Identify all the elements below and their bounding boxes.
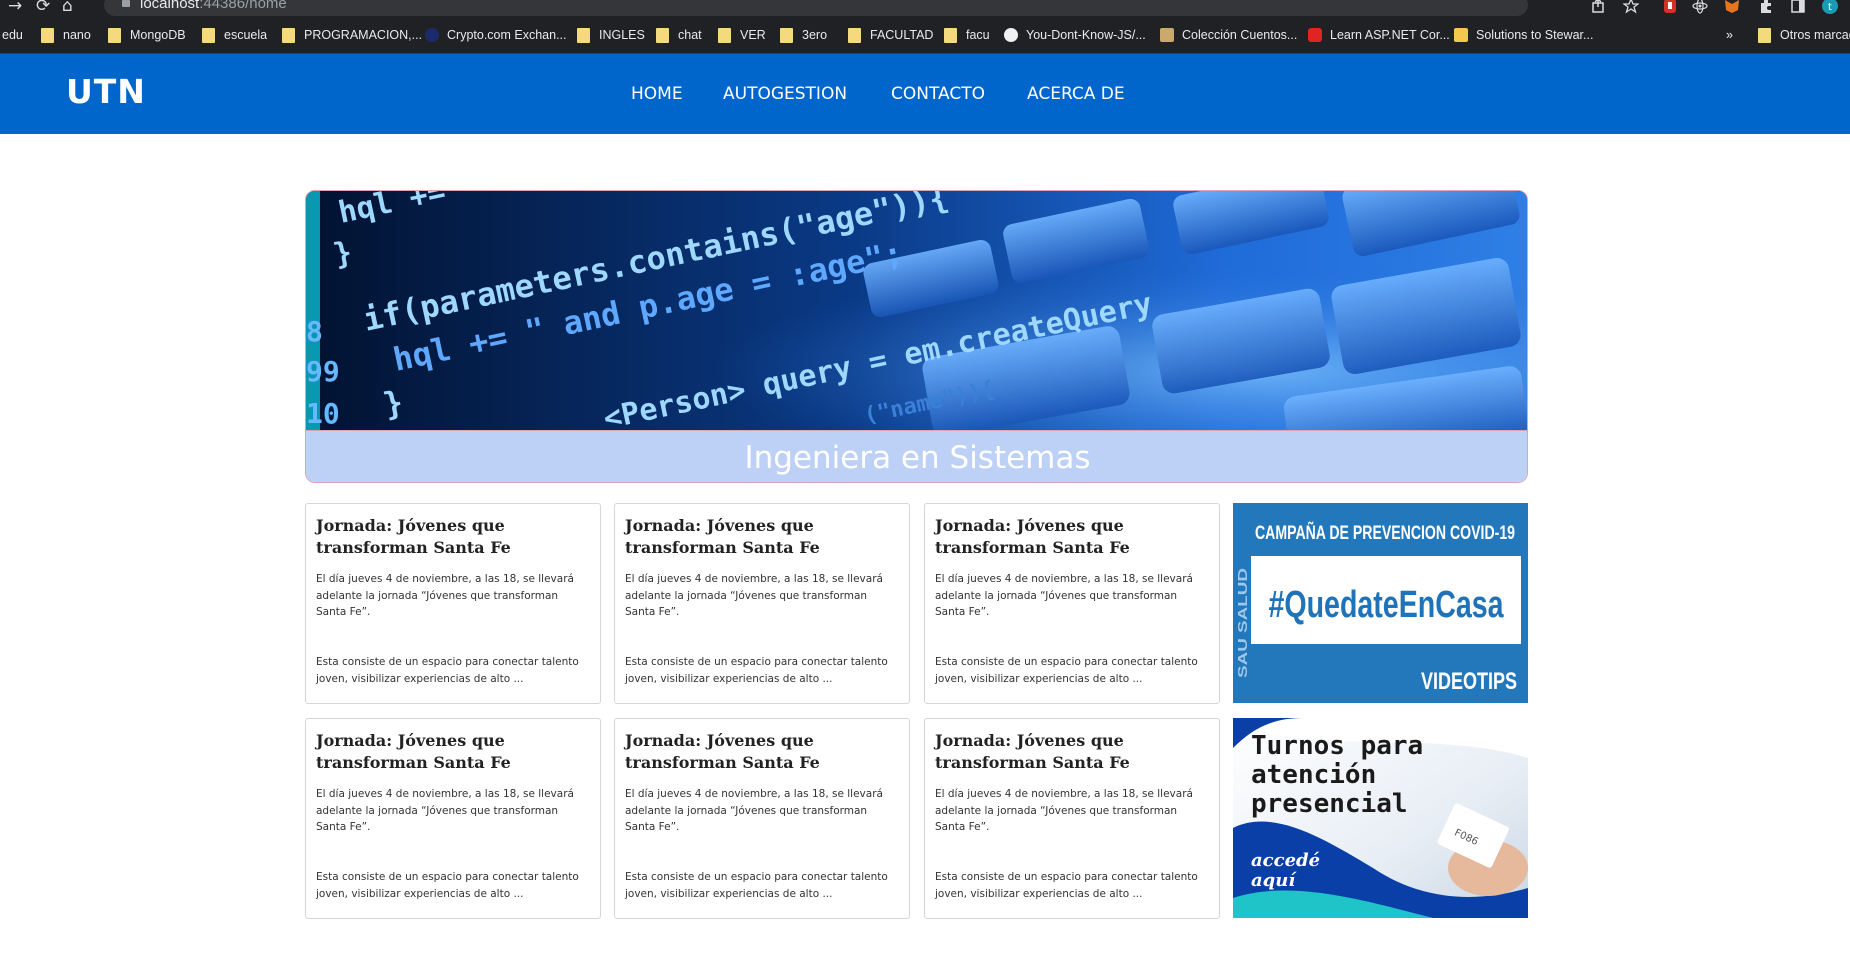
bookmark-mongodb[interactable]: MongoDB [108,25,186,45]
turnos-cta: accedé [1251,850,1320,871]
news-card-title[interactable]: Jornada: Jóvenes que transforman Santa F… [316,730,590,774]
news-card[interactable]: Jornada: Jóvenes que transforman Santa F… [614,503,910,704]
covid-campaign-banner[interactable]: CAMPAÑA DE PREVENCION COVID-19 SAU SALUD… [1233,503,1528,703]
news-card[interactable]: Jornada: Jóvenes que transforman Santa F… [924,503,1220,704]
news-card-excerpt: Esta consiste de un espacio para conecta… [316,656,579,685]
bookmark-aspnet[interactable]: Learn ASP.NET Cor... [1308,25,1450,45]
github-icon [1004,28,1018,42]
home-icon[interactable]: ⌂ [62,0,73,16]
star-icon[interactable] [1623,0,1639,14]
extension-react-icon[interactable] [1692,0,1708,14]
news-card-intro: El día jueves 4 de noviembre, a las 18, … [935,788,1193,833]
bookmark-otros[interactable]: Otros marcad [1758,25,1850,45]
news-card-intro: El día jueves 4 de noviembre, a las 18, … [625,788,883,833]
news-card-title[interactable]: Jornada: Jóvenes que transforman Santa F… [935,515,1209,559]
folder-icon [108,27,121,43]
news-card-excerpt: Esta consiste de un espacio para conecta… [935,871,1198,900]
bookmark-ydkjs[interactable]: You-Dont-Know-JS/... [1004,25,1146,45]
turnos-cta: aquí [1251,870,1297,891]
bookmark-cuentos[interactable]: Colección Cuentos... [1160,25,1297,45]
hero-gutter-number: 8 [306,315,323,348]
extension-fox-icon[interactable] [1724,0,1740,14]
news-card-excerpt: Esta consiste de un espacio para conecta… [935,656,1198,685]
site-header: UTN HOME AUTOGESTION CONTACTO ACERCA DE [0,54,1850,134]
share-icon[interactable] [1590,0,1606,14]
url-text: localhost:44386/home [140,0,287,12]
news-card[interactable]: Jornada: Jóvenes que transforman Santa F… [924,718,1220,919]
bookmark-facu[interactable]: facu [944,25,990,45]
folder-icon [577,27,590,43]
news-card-title[interactable]: Jornada: Jóvenes que transforman Santa F… [316,515,590,559]
turnos-title-line: atención [1251,760,1376,790]
news-card-intro: El día jueves 4 de noviembre, a las 18, … [625,573,883,618]
folder-icon [656,27,669,43]
covid-banner-side-label: SAU SALUD [1235,568,1250,678]
turnos-banner[interactable]: F086 Turnos para atención presencial acc… [1233,718,1528,918]
folder-icon [780,27,793,43]
address-bar[interactable]: localhost:44386/home [104,0,1528,16]
hero-banner: hql += } if(parameters.contains("age")){… [305,190,1528,483]
bookmark-escuela[interactable]: escuela [202,25,267,45]
forward-icon[interactable]: → [8,0,22,16]
svg-text:t: t [1828,2,1832,13]
side-panel-icon[interactable] [1790,0,1806,14]
bookmarks-overflow-chevron[interactable]: » [1726,25,1733,45]
bookmark-chat[interactable]: chat [656,25,702,45]
folder-icon [1758,27,1771,43]
reload-icon[interactable]: ⟳ [36,0,50,16]
extension-red-icon[interactable] [1662,0,1678,14]
news-card-excerpt: Esta consiste de un espacio para conecta… [316,871,579,900]
bookmark-programacion[interactable]: PROGRAMACION,... [282,25,422,45]
hero-keyboard-code-image: hql += } if(parameters.contains("age")){… [306,191,1527,430]
bookmark-3ero[interactable]: 3ero [780,25,827,45]
news-card-intro: El día jueves 4 de noviembre, a las 18, … [935,573,1193,618]
hero-gutter-number: 99 [306,355,340,388]
news-card-title[interactable]: Jornada: Jóvenes que transforman Santa F… [625,515,899,559]
bookmark-crypto[interactable]: Crypto.com Exchan... [425,25,567,45]
bookmark-nano[interactable]: nano [41,25,91,45]
hero-gutter-number: 10 [306,397,340,430]
extensions-puzzle-icon[interactable] [1758,0,1774,14]
news-card[interactable]: Jornada: Jóvenes que transforman Santa F… [305,718,601,919]
covid-banner-videotips: VIDEOTIPS [1421,668,1517,695]
news-card-intro: El día jueves 4 de noviembre, a las 18, … [316,573,574,618]
profile-avatar-icon[interactable]: t [1822,0,1838,14]
nav-autogestion[interactable]: AUTOGESTION [723,84,847,104]
folder-icon [848,27,861,43]
folder-icon [282,27,295,43]
news-card-excerpt: Esta consiste de un espacio para conecta… [625,656,888,685]
book-icon [1160,28,1174,42]
folder-icon [41,27,54,43]
turnos-title-line: presencial [1251,789,1408,819]
site-logo[interactable]: UTN [66,72,146,111]
crypto-icon [425,28,439,42]
bookmarks-bar: edu nano MongoDB escuela PROGRAMACION,..… [0,16,1850,54]
turnos-title-line: Turnos para [1251,731,1423,761]
nav-home[interactable]: HOME [631,84,683,104]
browser-toolbar: → ⟳ ⌂ localhost:44386/home t [0,0,1850,16]
bookmark-ingles[interactable]: INGLES [577,25,645,45]
folder-icon [944,27,957,43]
bookmark-ver[interactable]: VER [718,25,766,45]
news-card-intro: El día jueves 4 de noviembre, a las 18, … [316,788,574,833]
news-card-title[interactable]: Jornada: Jóvenes que transforman Santa F… [625,730,899,774]
covid-banner-heading: CAMPAÑA DE PREVENCION COVID-19 [1255,522,1515,544]
bookmark-facultad[interactable]: FACULTAD [848,25,933,45]
news-card[interactable]: Jornada: Jóvenes que transforman Santa F… [305,503,601,704]
lock-icon [122,0,130,7]
news-card-excerpt: Esta consiste de un espacio para conecta… [625,871,888,900]
hero-caption: Ingeniera en Sistemas [306,430,1527,482]
folder-icon [718,27,731,43]
nav-contacto[interactable]: CONTACTO [891,84,985,104]
covid-banner-hashtag: #QuedateEnCasa [1269,584,1505,626]
nav-acerca-de[interactable]: ACERCA DE [1027,84,1125,104]
youtube-icon [1308,28,1322,42]
folder-icon [202,27,215,43]
s-icon [1454,28,1468,42]
bookmark-edu[interactable]: edu [2,25,23,45]
news-card-title[interactable]: Jornada: Jóvenes que transforman Santa F… [935,730,1209,774]
news-card[interactable]: Jornada: Jóvenes que transforman Santa F… [614,718,910,919]
bookmark-stewart[interactable]: Solutions to Stewar... [1454,25,1593,45]
